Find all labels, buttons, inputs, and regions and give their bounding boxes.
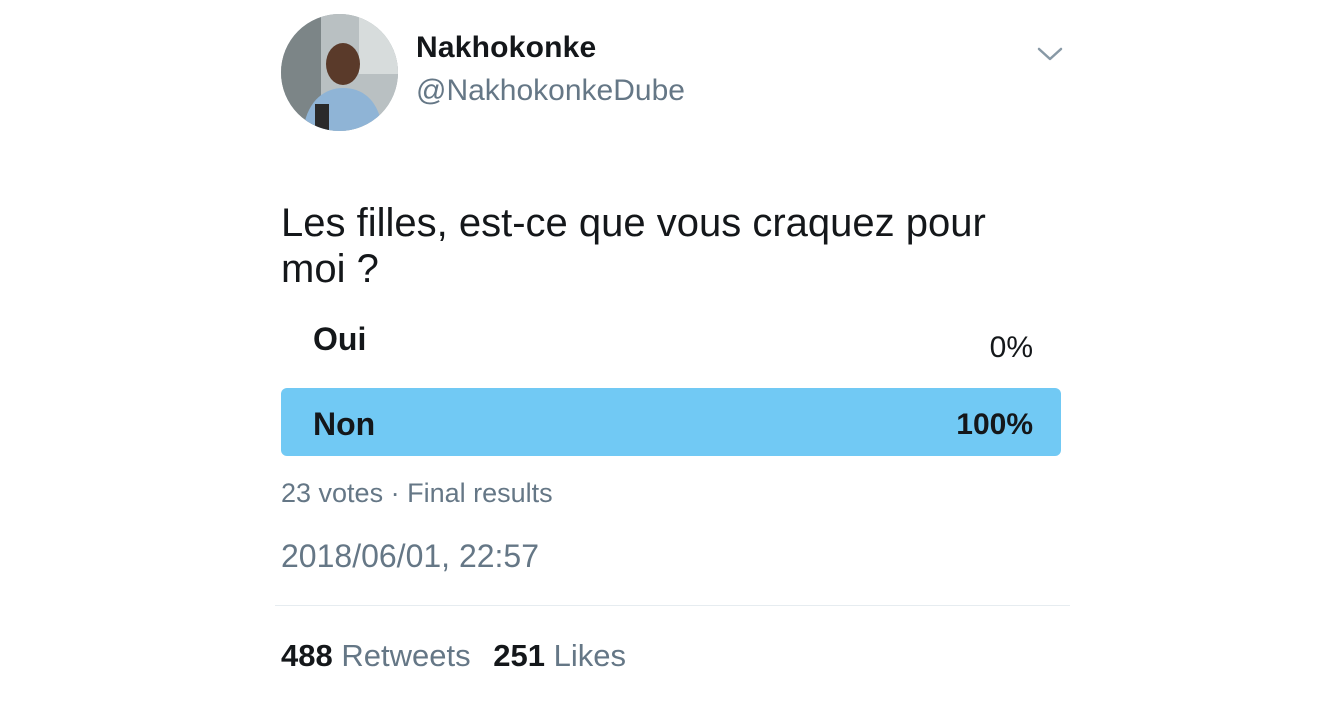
- poll-option-non[interactable]: Non 100%: [281, 388, 1061, 456]
- poll-option-percent: 100%: [956, 408, 1033, 441]
- poll-option-label: Oui: [313, 321, 367, 357]
- poll-meta: 23 votes · Final results: [281, 478, 553, 509]
- poll-votes: 23 votes: [281, 478, 384, 508]
- poll-option-percent: 0%: [989, 331, 1033, 364]
- poll-status: Final results: [407, 478, 553, 508]
- display-name[interactable]: Nakhokonke: [416, 31, 596, 65]
- divider: [275, 605, 1070, 606]
- tweet-timestamp[interactable]: 2018/06/01, 22:57: [281, 538, 539, 575]
- avatar-photo: [281, 14, 398, 131]
- poll-option-oui[interactable]: Oui 0%: [281, 305, 1061, 373]
- poll-option-label: Non: [313, 406, 376, 442]
- likes-count: 251: [493, 638, 545, 673]
- poll-bar: [281, 388, 1061, 456]
- user-handle[interactable]: @NakhokonkeDube: [416, 74, 685, 108]
- tweet-text: Les filles, est-ce que vous craquez pour…: [281, 201, 986, 291]
- retweets-count: 488: [281, 638, 333, 673]
- meta-separator: ·: [390, 478, 400, 508]
- likes-stat[interactable]: 251 Likes: [493, 638, 626, 673]
- tweet-card: Nakhokonke @NakhokonkeDube Les filles, e…: [0, 0, 1340, 704]
- likes-label: Likes: [553, 638, 626, 673]
- retweets-label: Retweets: [341, 638, 471, 673]
- retweets-stat[interactable]: 488 Retweets: [281, 638, 479, 673]
- chevron-down-icon[interactable]: [1036, 44, 1064, 64]
- tweet-stats: 488 Retweets 251 Likes: [281, 638, 626, 674]
- avatar[interactable]: [281, 14, 398, 131]
